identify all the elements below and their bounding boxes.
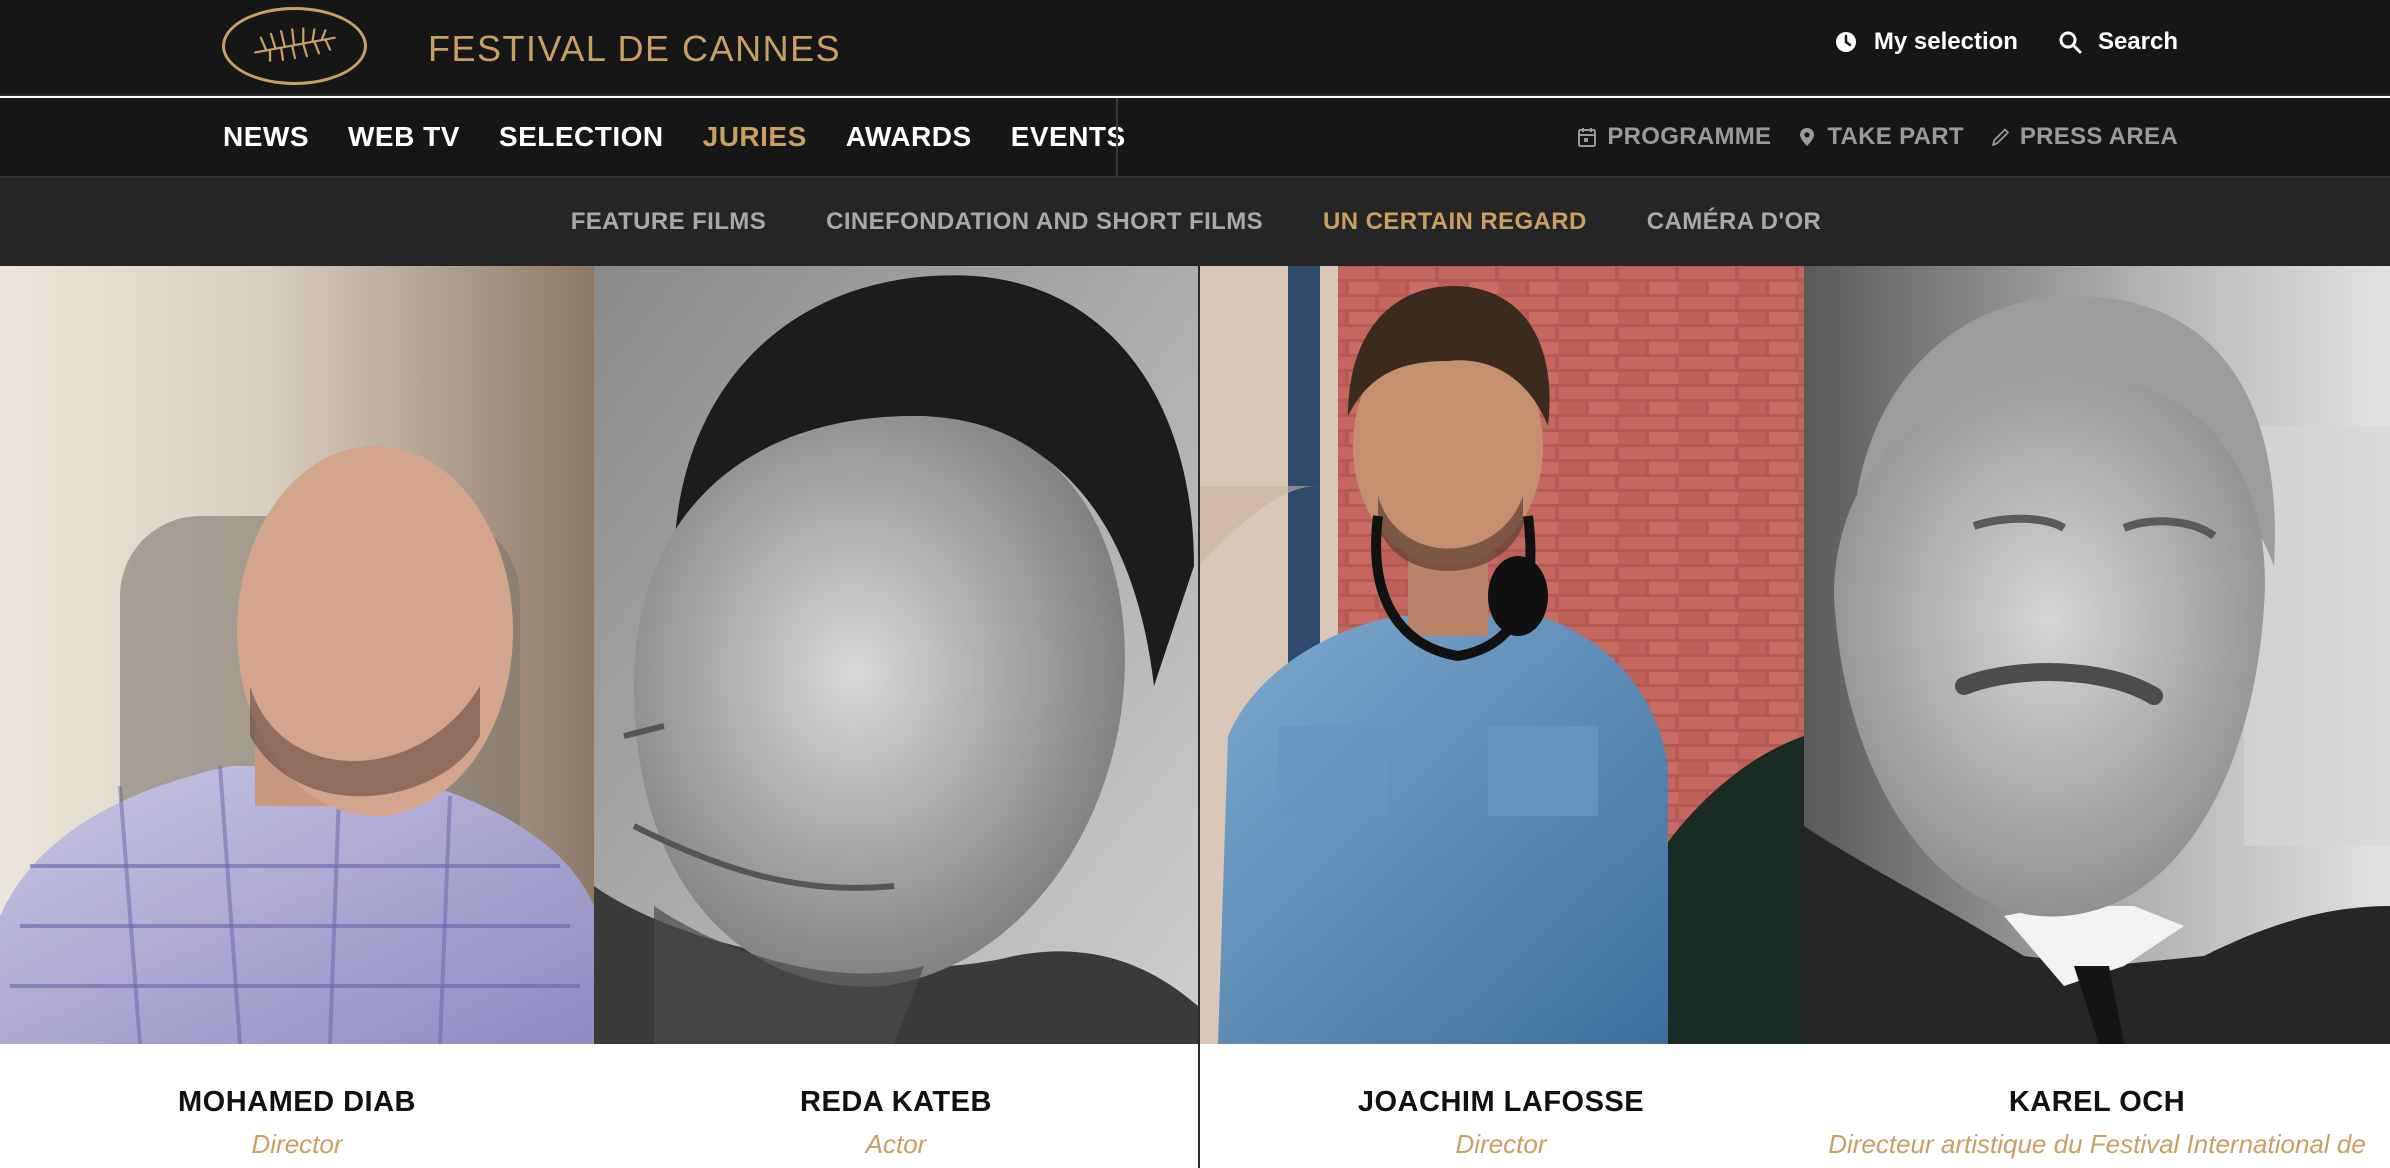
jury-role: Director <box>1455 1129 1547 1159</box>
nav-news[interactable]: NEWS <box>223 121 309 153</box>
palm-leaf-icon <box>254 27 336 62</box>
jury-role: Actor <box>865 1129 927 1159</box>
jury-info: KAREL OCH Directeur artistique du Festiv… <box>1804 1044 2390 1168</box>
programme-label: PROGRAMME <box>1607 123 1772 150</box>
jury-info: JOACHIM LAFOSSE Director <box>1198 1044 1804 1168</box>
search-label: Search <box>2097 28 2178 55</box>
clock-icon <box>1835 32 1856 52</box>
nav-events[interactable]: EVENTS <box>1011 121 1126 153</box>
sub-nav: FEATURE FILMS CINEFONDATION AND SHORT FI… <box>0 176 2390 266</box>
nav-divider <box>1116 98 1118 176</box>
jury-card[interactable]: JOACHIM LAFOSSE Director <box>1198 266 1804 1168</box>
search-icon <box>2059 31 2082 54</box>
jury-card[interactable]: MOHAMED DIAB Director <box>0 266 594 1168</box>
pencil-icon <box>1991 128 2009 146</box>
top-bar: FESTIVAL DE CANNES My selection Search <box>0 0 2390 96</box>
jury-name[interactable]: REDA KATEB <box>594 1086 1198 1119</box>
my-selection-button[interactable]: My selection <box>1834 28 2018 56</box>
nav-juries[interactable]: JURIES <box>703 121 807 153</box>
jury-photo <box>594 266 1198 1044</box>
jury-grid: MOHAMED DIAB Director REDA KATEB Actor J… <box>0 266 2390 1168</box>
top-actions: My selection Search <box>1834 28 2178 56</box>
programme-link[interactable]: PROGRAMME <box>1577 123 1771 151</box>
my-selection-label: My selection <box>1873 28 2018 55</box>
jury-name[interactable]: KAREL OCH <box>1804 1086 2390 1119</box>
jury-info: REDA KATEB Actor <box>594 1044 1198 1168</box>
jury-card[interactable]: KAREL OCH Directeur artistique du Festiv… <box>1804 266 2390 1168</box>
nav-selection[interactable]: SELECTION <box>499 121 664 153</box>
tab-feature-films[interactable]: FEATURE FILMS <box>571 208 766 236</box>
jury-photo <box>1198 266 1804 1044</box>
jury-photo <box>0 266 594 1044</box>
main-nav: NEWS WEB TV SELECTION JURIES AWARDS EVEN… <box>0 98 2390 176</box>
jury-name[interactable]: MOHAMED DIAB <box>0 1086 594 1119</box>
jury-info: MOHAMED DIAB Director <box>0 1044 594 1168</box>
jury-photo <box>1804 266 2390 1044</box>
take-part-label: TAKE PART <box>1827 123 1964 150</box>
calendar-icon <box>1578 128 1597 147</box>
press-area-link[interactable]: PRESS AREA <box>1990 123 2178 151</box>
press-area-label: PRESS AREA <box>2019 123 2178 150</box>
grid-divider <box>1198 266 1200 1168</box>
tab-cinefondation-short-films[interactable]: CINEFONDATION AND SHORT FILMS <box>826 208 1263 236</box>
search-button[interactable]: Search <box>2058 28 2178 56</box>
jury-role: Director <box>251 1129 343 1159</box>
jury-role: Directeur artistique du Festival Interna… <box>1828 1129 2366 1159</box>
location-pin-icon <box>1800 128 1815 146</box>
take-part-link[interactable]: TAKE PART <box>1797 123 1964 151</box>
nav-awards[interactable]: AWARDS <box>846 121 972 153</box>
site-title[interactable]: FESTIVAL DE CANNES <box>428 28 841 70</box>
tab-camera-dor[interactable]: CAMÉRA D'OR <box>1647 208 1822 236</box>
jury-name[interactable]: JOACHIM LAFOSSE <box>1198 1086 1804 1119</box>
nav-web-tv[interactable]: WEB TV <box>348 121 460 153</box>
festival-logo[interactable] <box>222 7 367 85</box>
jury-card[interactable]: REDA KATEB Actor <box>594 266 1198 1168</box>
tab-un-certain-regard[interactable]: UN CERTAIN REGARD <box>1323 208 1587 236</box>
